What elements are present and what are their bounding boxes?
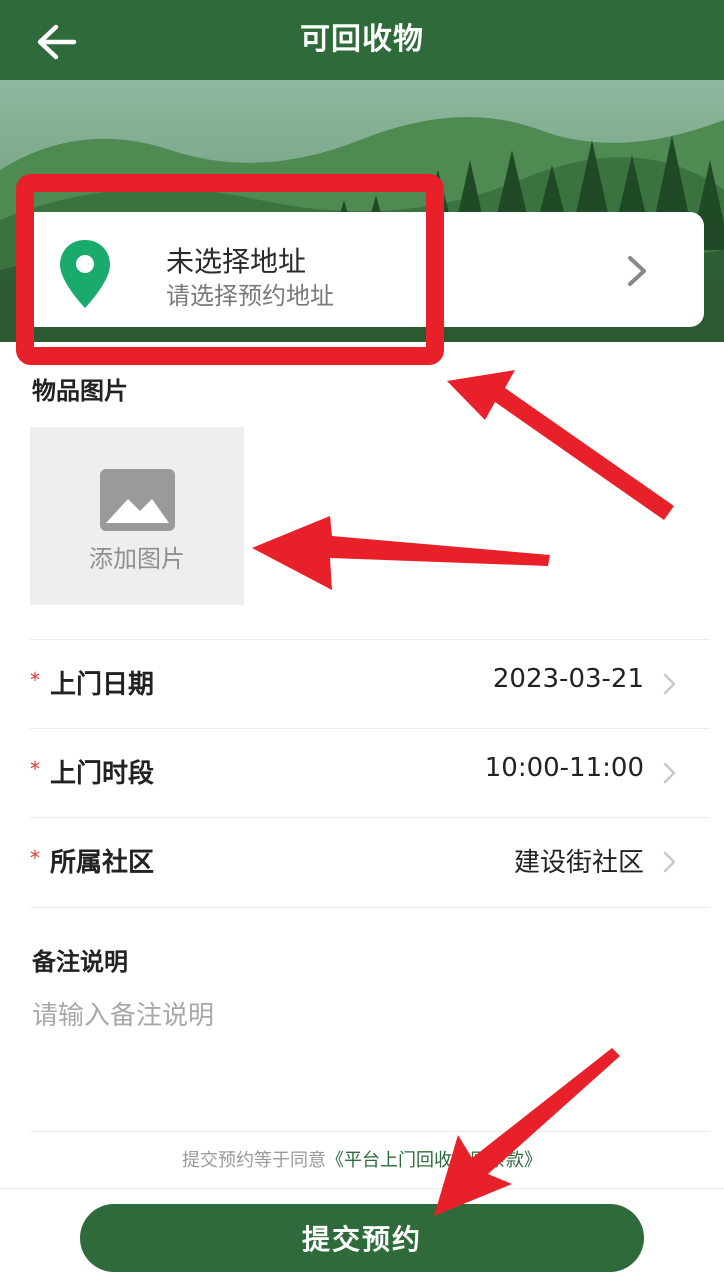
chevron-right-icon	[663, 851, 676, 873]
annotation-arrow	[447, 370, 674, 520]
location-pin-icon	[60, 240, 110, 308]
visit-date-row[interactable]: * 上门日期 2023-03-21	[30, 640, 724, 728]
chevron-right-icon	[628, 256, 646, 286]
community-label: 所属社区	[50, 848, 155, 878]
visit-date-value: 2023-03-21	[492, 664, 644, 694]
add-photo-button[interactable]: 添加图片	[30, 427, 244, 605]
image-icon	[100, 469, 175, 531]
add-photo-label: 添加图片	[89, 545, 185, 573]
page-title: 可回收物	[300, 22, 424, 57]
required-mark: *	[30, 668, 40, 692]
address-selector[interactable]: 未选择地址 请选择预约地址	[22, 212, 704, 327]
chevron-right-icon	[663, 673, 676, 695]
visit-time-row[interactable]: * 上门时段 10:00-11:00	[30, 729, 724, 817]
remark-input[interactable]	[32, 995, 692, 1115]
agreement-prefix: 提交预约等于同意	[182, 1150, 326, 1171]
submit-button[interactable]: 提交预约	[80, 1204, 644, 1272]
annotation-arrow	[252, 516, 550, 590]
required-mark: *	[30, 846, 40, 870]
agreement-link[interactable]: 《平台上门回收规则条款》	[326, 1150, 542, 1171]
address-title: 未选择地址	[166, 245, 307, 278]
divider	[30, 907, 710, 908]
photos-section-label: 物品图片	[32, 377, 128, 405]
required-mark: *	[30, 757, 40, 781]
address-placeholder: 请选择预约地址	[166, 282, 334, 310]
visit-time-label: 上门时段	[50, 759, 155, 789]
app-header: 可回收物	[0, 0, 724, 80]
community-value: 建设街社区	[513, 848, 644, 878]
remark-label: 备注说明	[32, 948, 128, 976]
agreement-text: 提交预约等于同意《平台上门回收规则条款》	[0, 1146, 724, 1172]
divider	[30, 1131, 710, 1132]
visit-time-value: 10:00-11:00	[484, 753, 644, 783]
community-row[interactable]: * 所属社区 建设街社区	[30, 818, 724, 906]
chevron-right-icon	[663, 762, 676, 784]
visit-date-label: 上门日期	[50, 670, 155, 700]
